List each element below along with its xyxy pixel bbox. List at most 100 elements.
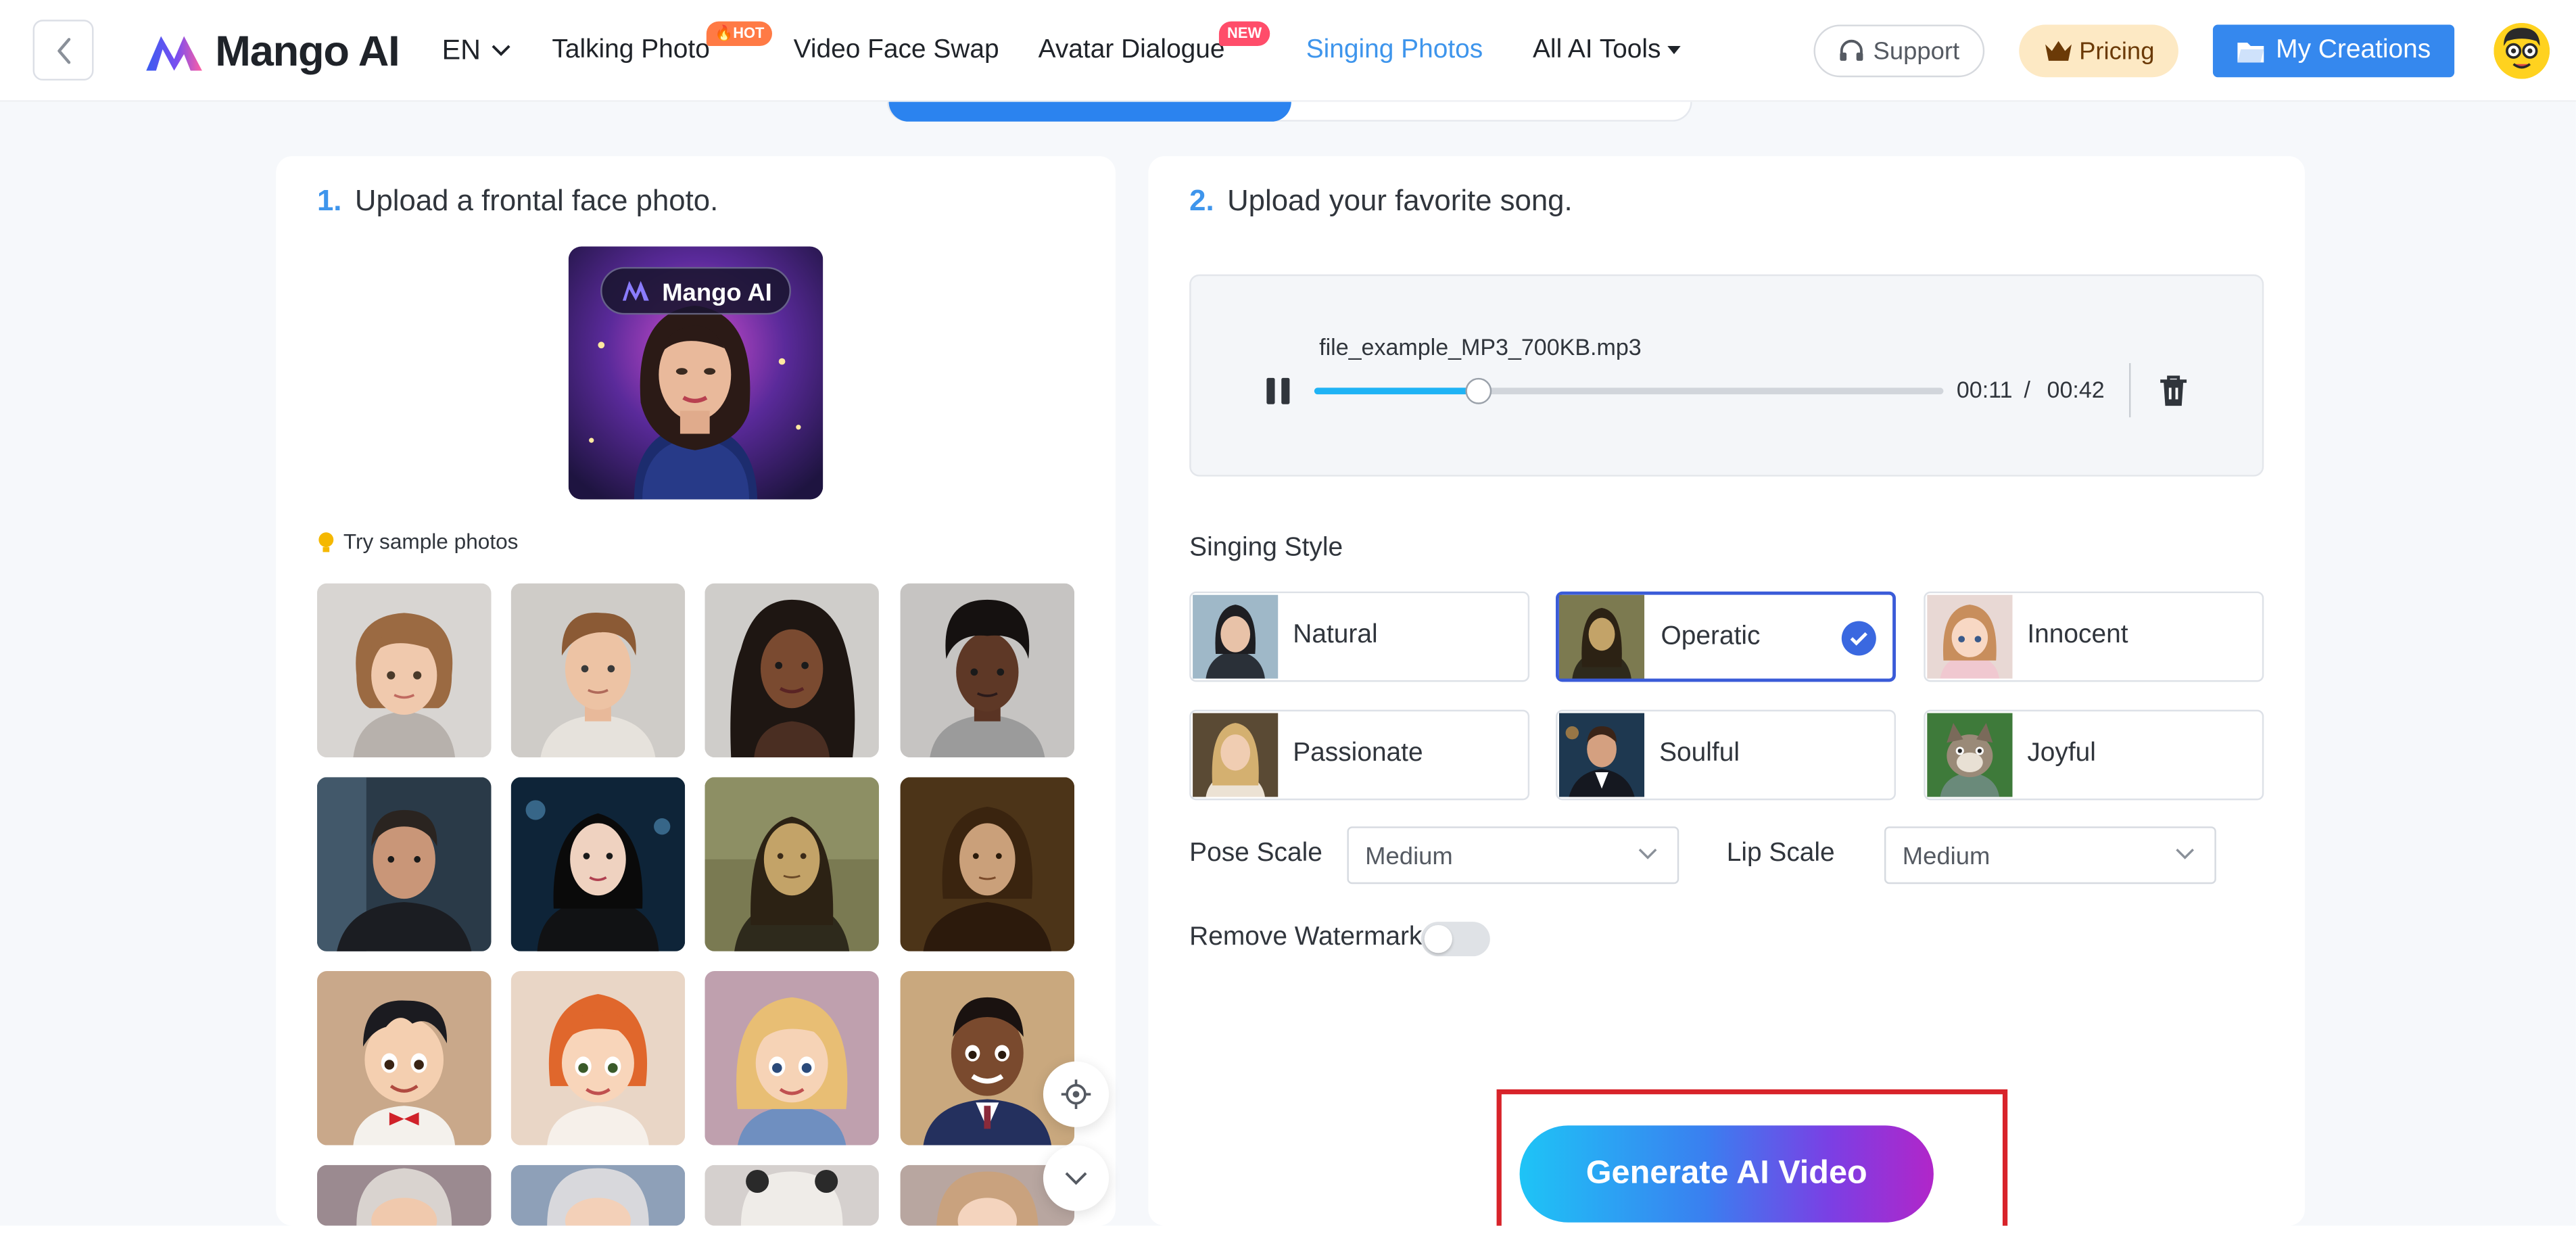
remove-watermark-toggle[interactable]	[1421, 922, 1490, 957]
sample-photo-cartoon-grandma[interactable]	[510, 1164, 686, 1226]
style-card-passionate[interactable]: Passionate	[1189, 709, 1530, 801]
folder-icon	[2238, 41, 2265, 62]
pricing-button[interactable]: Pricing	[2019, 24, 2178, 78]
pose-scale-select[interactable]: Medium	[1347, 826, 1679, 884]
sample-photo-cartoon-girl-blonde[interactable]	[705, 971, 879, 1146]
locate-button[interactable]	[1043, 1061, 1110, 1127]
chevron-down-icon	[491, 45, 510, 56]
uploaded-photo-preview[interactable]: Mango AI	[568, 246, 824, 500]
uploaded-portrait-image: Mango AI	[568, 246, 824, 500]
pause-button[interactable]	[1265, 376, 1291, 406]
brand-logo[interactable]: Mango AI	[145, 26, 400, 77]
check-icon	[1850, 632, 1867, 646]
trash-icon	[2160, 375, 2187, 406]
style-thumb-soulful	[1558, 713, 1645, 797]
pricing-label: Pricing	[2079, 37, 2155, 65]
style-thumb-natural	[1193, 594, 1279, 679]
mango-logo-icon	[146, 35, 202, 70]
mode-tab-active[interactable]	[888, 101, 1291, 122]
audio-current-time: 00:11	[1956, 376, 2013, 403]
sample-photo-cartoon-girl-red-hair[interactable]	[510, 971, 686, 1146]
mode-tabs[interactable]	[887, 101, 1692, 122]
generate-label: Generate AI Video	[1585, 1155, 1867, 1191]
style-card-joyful[interactable]: Joyful	[1924, 709, 2264, 801]
delete-audio-button[interactable]	[2159, 375, 2189, 408]
style-card-natural[interactable]: Natural	[1189, 591, 1530, 682]
toggle-knob	[1424, 924, 1452, 953]
sample-photo-mona-lisa[interactable]	[705, 777, 879, 951]
sample-photo-girl-short-hair[interactable]	[316, 583, 492, 758]
sample-photo-man-suit[interactable]	[316, 777, 492, 951]
audio-time-separator: /	[2024, 376, 2030, 403]
hot-badge-label: HOT	[733, 24, 765, 41]
pose-scale-value: Medium	[1365, 843, 1453, 871]
style-name-operatic: Operatic	[1661, 622, 1761, 651]
style-thumb-innocent	[1927, 594, 2013, 679]
style-name-natural: Natural	[1293, 621, 1378, 649]
try-sample-photos: Try sample photos	[317, 529, 519, 554]
step-2-text: Upload your favorite song.	[1227, 184, 1573, 217]
brand-name: Mango AI	[215, 26, 400, 76]
sample-photo-cartoon-boy-bowtie[interactable]	[316, 971, 492, 1146]
sample-photo-classical-portrait-man[interactable]	[900, 777, 1075, 951]
nav-talking-photo[interactable]: Talking Photo	[552, 36, 709, 66]
style-card-soulful[interactable]: Soulful	[1556, 709, 1896, 801]
my-creations-label: My Creations	[2276, 36, 2431, 64]
style-name-passionate: Passionate	[1293, 739, 1423, 768]
try-sample-label: Try sample photos	[343, 529, 519, 554]
back-button[interactable]	[32, 20, 94, 81]
sample-photo-woman-curly-hair[interactable]	[705, 583, 879, 758]
step-1-text: Upload a frontal face photo.	[354, 184, 719, 217]
pause-icon	[1266, 377, 1290, 404]
step-2-title: 2. Upload your favorite song.	[1189, 184, 1572, 218]
fire-icon: 🔥	[714, 24, 734, 41]
chevron-left-icon	[57, 37, 70, 64]
language-selector[interactable]: EN	[442, 34, 510, 68]
sample-photo-young-man-curly-hair[interactable]	[900, 583, 1075, 758]
lip-scale-select[interactable]: Medium	[1884, 826, 2216, 884]
support-label: Support	[1873, 37, 1960, 65]
audio-progress-track[interactable]	[1314, 377, 1944, 404]
step-1-number: 1.	[316, 184, 342, 217]
footer-band	[0, 1225, 2576, 1251]
chevron-down-icon	[1638, 849, 1657, 859]
style-thumb-passionate	[1193, 713, 1279, 797]
locate-icon	[1061, 1079, 1091, 1110]
style-thumb-operatic	[1558, 594, 1645, 679]
new-badge: NEW	[1218, 21, 1270, 47]
nav-video-face-swap[interactable]: Video Face Swap	[794, 36, 999, 66]
sample-photo-young-man[interactable]	[510, 583, 686, 758]
audio-progress-fill	[1314, 387, 1479, 395]
language-label: EN	[442, 34, 481, 66]
crown-icon	[2045, 41, 2071, 61]
style-thumb-joyful	[1927, 713, 2013, 797]
lightbulb-icon	[318, 532, 334, 552]
style-name-joyful: Joyful	[2027, 739, 2096, 768]
lip-scale-value: Medium	[1902, 843, 1990, 871]
nav-avatar-dialogue[interactable]: Avatar Dialogue	[1039, 36, 1225, 66]
sample-photo-asian-woman-leather-jacket[interactable]	[510, 777, 686, 951]
selected-check	[1841, 621, 1876, 656]
app-root: Mango AI EN Talking Photo 🔥HOT Video Fac…	[0, 0, 2576, 1251]
nav-all-ai-tools[interactable]: All AI Tools	[1533, 36, 1681, 66]
scroll-down-button[interactable]	[1043, 1145, 1110, 1211]
step-1-title: 1. Upload a frontal face photo.	[317, 184, 718, 218]
avatar-face-icon	[2494, 23, 2550, 79]
nav-singing-photos[interactable]: Singing Photos	[1306, 36, 1483, 66]
sample-photo-cartoon-grandpa[interactable]	[316, 1164, 492, 1226]
user-avatar[interactable]	[2494, 23, 2550, 79]
my-creations-button[interactable]: My Creations	[2212, 24, 2455, 78]
audio-duration: 00:42	[2047, 376, 2105, 403]
sample-photo-cartoon-man-suit[interactable]	[900, 971, 1075, 1146]
remove-watermark-label: Remove Watermark	[1189, 923, 1423, 951]
support-button[interactable]: Support	[1813, 24, 1985, 78]
sample-photo-cartoon-panda-hat[interactable]	[705, 1164, 879, 1226]
pose-scale-label: Pose Scale	[1189, 839, 1322, 868]
hot-badge: 🔥HOT	[706, 21, 773, 47]
style-name-innocent: Innocent	[2027, 621, 2128, 649]
preview-watermark: Mango AI	[662, 279, 772, 306]
style-card-innocent[interactable]: Innocent	[1924, 591, 2264, 682]
caret-down-icon	[1668, 46, 1681, 55]
generate-ai-video-button[interactable]: Generate AI Video	[1519, 1125, 1934, 1223]
style-card-operatic[interactable]: Operatic	[1556, 591, 1896, 682]
